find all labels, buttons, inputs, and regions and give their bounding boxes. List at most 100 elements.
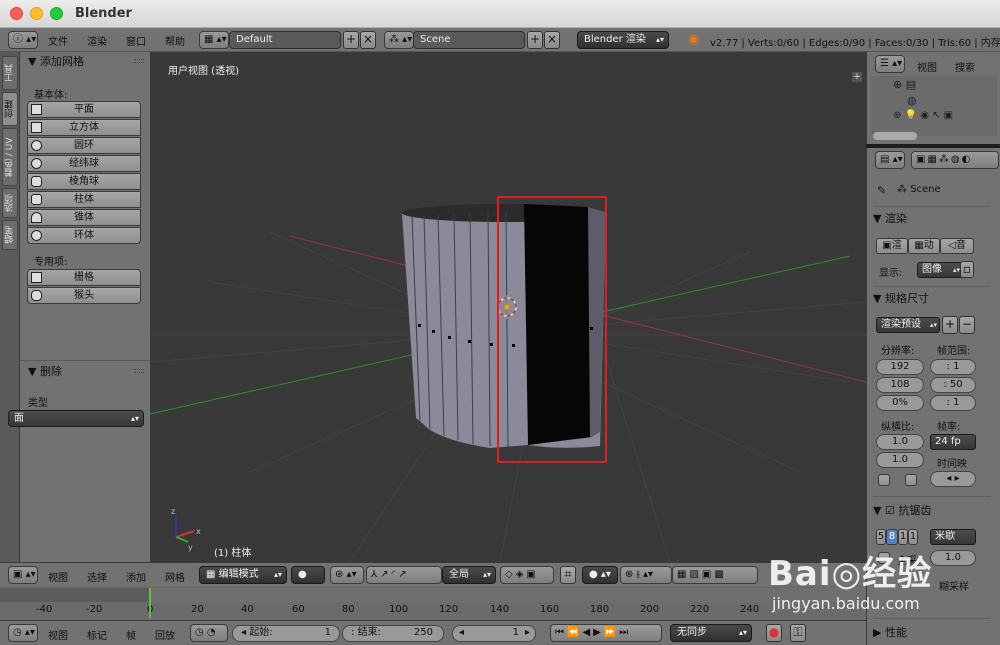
render-preset-select[interactable]: 渲染预设 ▴▾ <box>876 317 940 333</box>
add-torus-button[interactable]: 环体 <box>27 227 141 244</box>
timeline-menu-frame[interactable]: 帧 <box>126 627 136 642</box>
render-panel-header[interactable]: ▼ 渲染 <box>873 210 907 226</box>
performance-panel-header[interactable]: ▶ 性能 <box>873 624 907 640</box>
properties-editor-icon[interactable]: ▤ ▴▾ <box>875 151 905 169</box>
frame-end-field[interactable]: : 50 <box>930 377 976 393</box>
add-ico-sphere-button[interactable]: 棱角球 <box>27 173 141 190</box>
preview-range-buttons[interactable]: ◷ ◔ <box>190 624 228 642</box>
viewport-shading-select[interactable]: ● ▴▾ <box>291 566 325 596</box>
outliner-menu-search[interactable]: 搜索 <box>955 59 975 74</box>
3d-viewport[interactable]: z x y 用户视图 (透视) (1) 柱体 + <box>150 52 866 562</box>
zoom-window-button[interactable] <box>50 7 63 20</box>
view3d-menu-select[interactable]: 选择 <box>87 569 107 584</box>
panel-grip-icon[interactable] <box>134 59 144 63</box>
frame-rate-select[interactable]: 24 fp <box>930 434 976 450</box>
screen-layout-icon[interactable]: ▦ ▴▾ <box>199 31 229 49</box>
add-preset-icon[interactable]: + <box>942 316 958 334</box>
timeline-menu-marker[interactable]: 标记 <box>87 627 107 642</box>
add-plane-button[interactable]: 平面 <box>27 101 141 118</box>
select-mode-buttons[interactable]: ◇◈▣ <box>500 566 554 584</box>
border-checkbox[interactable] <box>878 474 890 486</box>
add-scene-icon[interactable]: + <box>527 31 543 49</box>
frame-step-field[interactable]: : 1 <box>930 395 976 411</box>
outliner-scrollbar[interactable] <box>873 132 917 140</box>
manipulator-buttons[interactable]: ⅄↗◜↗ <box>366 566 442 584</box>
add-cylinder-button[interactable]: 柱体 <box>27 191 141 208</box>
add-grid-button[interactable]: 栅格 <box>27 269 141 286</box>
aa-filter-select[interactable]: 米歇 <box>930 529 976 545</box>
world-icon[interactable]: ◍ <box>907 94 917 107</box>
aspect-x-field[interactable]: 1.0 <box>876 434 924 450</box>
aa-samples-11-button[interactable]: 1 <box>898 529 908 545</box>
full-sample-checkbox[interactable] <box>878 552 890 564</box>
expand-properties-icon[interactable]: + <box>852 72 862 82</box>
timeline-editor-icon[interactable]: ◷ ▴▾ <box>8 624 38 642</box>
resolution-percent-field[interactable]: 0% <box>876 395 924 411</box>
delete-panel-header[interactable]: ▼ 删除 <box>20 363 150 381</box>
timeline-menu-view[interactable]: 视图 <box>48 627 68 642</box>
tab-create[interactable]: 创建 <box>2 92 18 126</box>
view3d-menu-mesh[interactable]: 网格 <box>165 569 185 584</box>
limit-selection-icon[interactable]: ⌗ <box>560 566 576 584</box>
pin-icon[interactable]: ✎ <box>877 184 886 197</box>
panel-grip-icon[interactable] <box>134 369 144 373</box>
display-select[interactable]: 图像 ▴▾ <box>917 262 963 278</box>
resolution-x-field[interactable]: 192 <box>876 359 924 375</box>
tab-shading-uv[interactable]: 着色 / UV <box>2 128 18 186</box>
add-layout-icon[interactable]: + <box>343 31 359 49</box>
render-layers-icon[interactable]: ⊕ ▤ <box>893 78 916 91</box>
frame-start-field[interactable]: : 1 <box>930 359 976 375</box>
remove-preset-icon[interactable]: − <box>959 316 975 334</box>
render-engine-select[interactable]: Blender 渲染 ▴▾ <box>577 31 669 49</box>
remove-layout-icon[interactable]: × <box>360 31 376 49</box>
timeline[interactable]: -40 -20 0 20 40 60 80 100 120 140 160 18… <box>0 586 866 620</box>
outliner-editor-icon[interactable]: ☰ ▴▾ <box>875 55 905 73</box>
render-image-button[interactable]: ▣渲 <box>876 238 908 254</box>
render-audio-button[interactable]: ◁音 <box>940 238 974 254</box>
add-monkey-button[interactable]: 猴头 <box>27 287 141 304</box>
menu-file[interactable]: 文件 <box>48 33 68 48</box>
tab-grease-pencil[interactable]: 蜡笔 <box>2 220 18 250</box>
3d-view-editor-icon[interactable]: ▣ ▴▾ <box>8 566 38 584</box>
playback-controls[interactable]: ⏮⏪◀▶⏩⏭ <box>550 624 662 642</box>
viewport-scene[interactable]: z x y <box>150 52 866 562</box>
render-animation-button[interactable]: ▦动 <box>908 238 940 254</box>
screen-layout-field[interactable]: Default <box>229 31 341 49</box>
transform-orientation-select[interactable]: 全局 ▴▾ <box>442 566 496 584</box>
add-mesh-panel-header[interactable]: ▼ 添加网格 <box>20 53 150 71</box>
render-buttons[interactable]: ▦▨▣▩ <box>672 566 758 584</box>
close-window-button[interactable] <box>10 7 23 20</box>
add-uv-sphere-button[interactable]: 经纬球 <box>27 155 141 172</box>
aa-samples-8-button[interactable]: 8 <box>886 529 898 545</box>
minimize-window-button[interactable] <box>30 7 43 20</box>
interaction-mode-select[interactable]: ▦ 编辑模式 ▴▾ <box>199 566 287 584</box>
properties-context-tabs[interactable]: ▣▦⁂◍◐ <box>911 151 999 169</box>
aa-samples-5-button[interactable]: 5 <box>876 529 886 545</box>
pivot-point-select[interactable]: ⊛ ▴▾ <box>330 566 364 584</box>
timeline-playhead[interactable] <box>149 588 151 618</box>
timeline-menu-playback[interactable]: 回放 <box>155 627 175 642</box>
view3d-menu-add[interactable]: 添加 <box>126 569 146 584</box>
scene-icon[interactable]: ⁂ ▴▾ <box>384 31 414 49</box>
time-remap-field[interactable]: ◂ ▸ <box>930 471 976 487</box>
menu-render[interactable]: 渲染 <box>87 33 107 48</box>
add-cone-button[interactable]: 锥体 <box>27 209 141 226</box>
filter-size-field[interactable]: 1.0 <box>930 550 976 566</box>
keying-set-icon[interactable]: ⚿ <box>790 624 806 642</box>
current-frame-field[interactable]: ◂ 1 ▸ <box>452 625 536 642</box>
sync-mode-select[interactable]: 无同步 ▴▾ <box>670 624 752 642</box>
aa-samples-16-button[interactable]: 1 <box>908 529 918 545</box>
lamp-object-icon[interactable]: ⊕ 💡 ◉ ↖ ▣ <box>893 110 953 121</box>
anti-aliasing-panel-header[interactable]: ▼ ☑ 抗锯齿 <box>873 502 931 518</box>
scene-field[interactable]: Scene <box>413 31 525 49</box>
snap-buttons[interactable]: ⊗ ⫲ ▴▾ <box>620 566 672 584</box>
outliner-menu-view[interactable]: 视图 <box>917 59 937 74</box>
add-cube-button[interactable]: 立方体 <box>27 119 141 136</box>
tab-options[interactable]: 选项 <box>2 188 18 218</box>
view3d-menu-view[interactable]: 视图 <box>48 569 68 584</box>
end-frame-field[interactable]: : 结束: 250 <box>342 625 444 642</box>
record-keyframe-icon[interactable]: ● <box>766 624 782 642</box>
menu-window[interactable]: 窗口 <box>126 33 146 48</box>
crop-checkbox[interactable] <box>905 474 917 486</box>
resolution-y-field[interactable]: 108 <box>876 377 924 393</box>
